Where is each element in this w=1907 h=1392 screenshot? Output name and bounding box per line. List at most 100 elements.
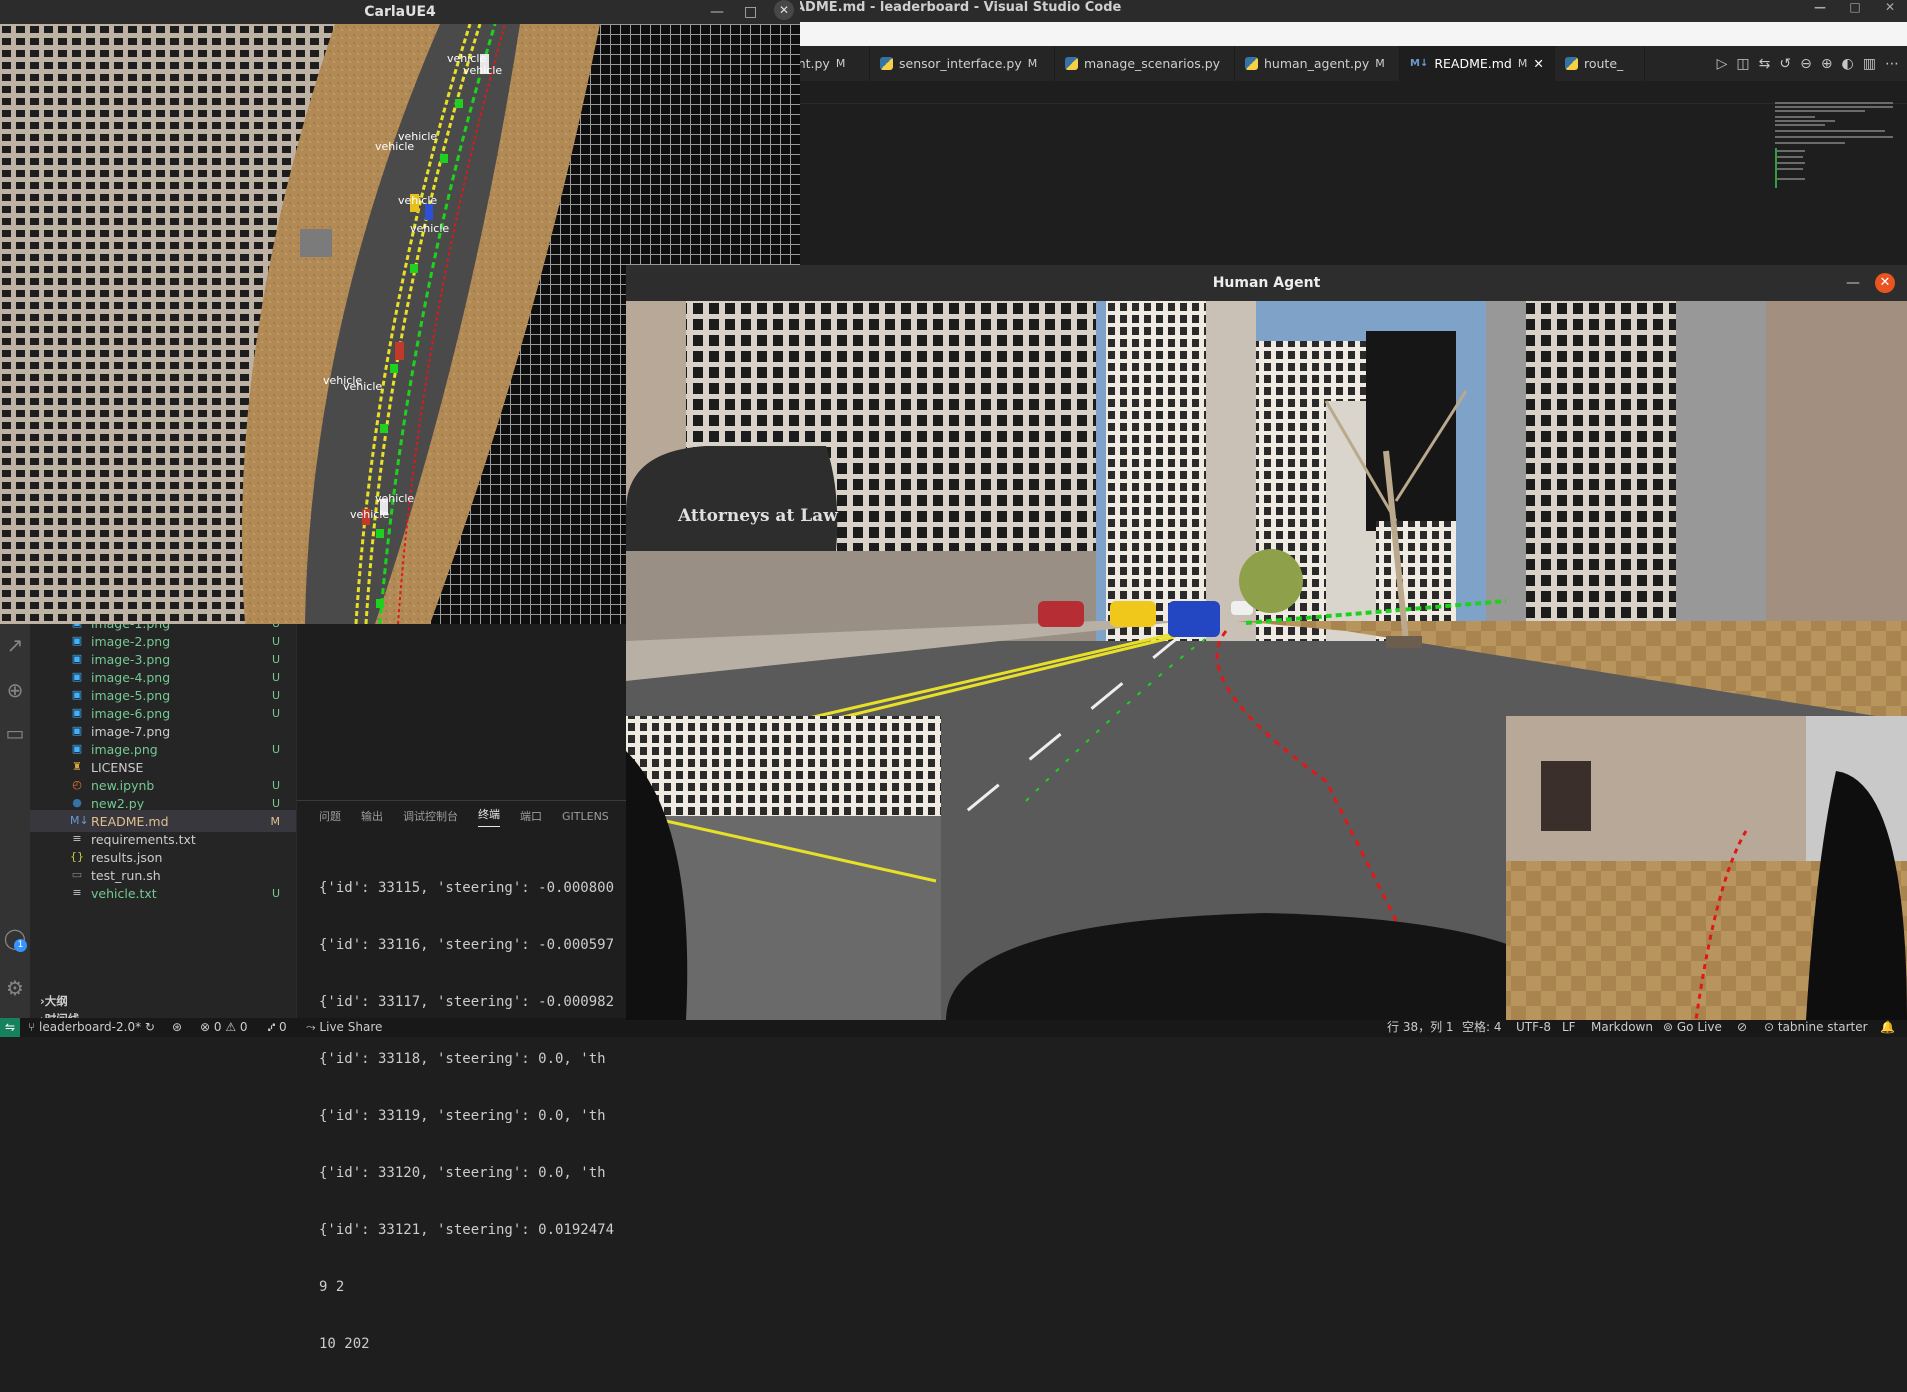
file-name: image-7.png xyxy=(91,723,171,739)
python-file-icon xyxy=(880,57,893,70)
share-icon[interactable]: ↗ xyxy=(2,632,28,658)
notifications-bell-icon[interactable]: 🔔 xyxy=(1880,1018,1895,1037)
close-icon[interactable]: ✕ xyxy=(1875,273,1895,293)
tab-output[interactable]: 输出 xyxy=(361,808,383,824)
minimize-icon[interactable]: — xyxy=(710,0,724,24)
tab-problems[interactable]: 问题 xyxy=(319,808,341,824)
git-status-badge: U xyxy=(271,778,280,792)
file-name: new2.py xyxy=(91,795,145,811)
tab-modified-badge: M xyxy=(1517,57,1528,70)
vscode-titlebar: ADME.md - leaderboard - Visual Studio Co… xyxy=(780,0,1907,22)
vscode-menubar xyxy=(780,22,1907,46)
close-icon[interactable]: ✕ xyxy=(1877,0,1903,22)
sync-icon[interactable]: ⊛ xyxy=(172,1018,182,1037)
close-icon[interactable]: ✕ xyxy=(774,0,794,20)
timeline-next-icon[interactable]: ⊕ xyxy=(1821,56,1833,72)
maximize-icon[interactable]: □ xyxy=(744,0,757,24)
terminal-line: {'id': 33116, 'steering': -0.000597 xyxy=(319,937,615,953)
driving-scene: Attorneys at Law xyxy=(626,301,1907,1020)
go-back-icon[interactable]: ↺ xyxy=(1779,56,1791,72)
image-file-icon: ▣ xyxy=(71,688,83,701)
terminal-line: 10 202 xyxy=(319,1336,370,1352)
chat-icon[interactable]: ▭ xyxy=(2,720,28,746)
minimize-icon[interactable]: — xyxy=(1846,275,1860,291)
tab-ports[interactable]: 端口 xyxy=(520,808,542,824)
git-compare-icon[interactable]: ⇆ xyxy=(1759,56,1771,72)
tab-label: human_agent.py xyxy=(1264,56,1370,71)
remote-indicator-icon[interactable]: ⇋ xyxy=(0,1018,20,1037)
human-agent-titlebar: Human Agent xyxy=(626,265,1907,302)
image-file-icon: ▣ xyxy=(71,670,83,683)
accounts-icon[interactable]: ⊘ xyxy=(1737,1018,1747,1037)
vehicle-label: vehicle xyxy=(375,140,415,153)
tab-modified-badge: M xyxy=(1375,57,1385,70)
list-item[interactable]: ≡ vehicle.txt U xyxy=(30,882,296,904)
tab-label: README.md xyxy=(1434,56,1512,71)
tab-label: sensor_interface.py xyxy=(899,56,1022,71)
indentation[interactable]: 空格: 4 xyxy=(1462,1018,1502,1037)
branch-indicator[interactable]: ⑂ leaderboard-2.0* ↻ xyxy=(28,1018,155,1037)
run-icon[interactable]: ▷ xyxy=(1717,56,1728,72)
vscode-window-title: ADME.md - leaderboard - Visual Studio Co… xyxy=(795,0,1122,15)
end-of-line[interactable]: LF xyxy=(1562,1018,1576,1037)
terminal-output[interactable]: {'id': 33115, 'steering': -0.000800 {'id… xyxy=(319,841,619,1392)
go-live-button[interactable]: ⊚ Go Live xyxy=(1663,1018,1722,1037)
tab-close-icon[interactable]: ✕ xyxy=(1533,56,1543,71)
gitlens-icon[interactable]: ◐ xyxy=(1842,56,1854,72)
git-status-badge: U xyxy=(271,670,280,684)
driver-camera-view[interactable]: Attorneys at Law xyxy=(626,301,1907,1020)
maximize-icon[interactable]: □ xyxy=(1842,0,1868,22)
license-file-icon: ♜ xyxy=(72,760,82,773)
minimize-icon[interactable]: — xyxy=(1807,0,1833,22)
terminal-line: {'id': 33121, 'steering': 0.0192474 xyxy=(319,1222,615,1238)
language-mode[interactable]: Markdown xyxy=(1591,1018,1653,1037)
file-name: vehicle.txt xyxy=(91,885,157,901)
tab-route-py[interactable]: route_ xyxy=(1555,46,1645,81)
ports-indicator[interactable]: ⑇ 0 xyxy=(268,1018,287,1037)
python-file-icon xyxy=(1565,57,1578,70)
image-file-icon: ▣ xyxy=(71,742,83,755)
tab-readme-md[interactable]: M↓ README.md M ✕ xyxy=(1400,46,1555,81)
file-name: image-2.png xyxy=(91,633,171,649)
human-agent-window-title: Human Agent xyxy=(1212,275,1321,291)
settings-gear-icon[interactable]: ⚙ xyxy=(2,975,28,1001)
tabnine-status[interactable]: ⊙ tabnine starter xyxy=(1764,1018,1868,1037)
more-actions-icon[interactable]: ⋯ xyxy=(1885,56,1899,72)
git-status-badge: U xyxy=(271,634,280,648)
tab-human-agent-py[interactable]: human_agent.py M xyxy=(1235,46,1400,81)
breadcrumb xyxy=(780,81,1907,104)
encoding[interactable]: UTF-8 xyxy=(1516,1018,1551,1037)
human-agent-window: Human Agent — ✕ Attorneys at Law xyxy=(626,265,1907,1020)
split-editor-icon[interactable]: ▥ xyxy=(1863,56,1876,72)
ports-count: 0 xyxy=(279,1020,287,1034)
file-explorer: ▣image-1.pngU▣image-2.pngU▣image-3.pngU▣… xyxy=(30,616,296,1026)
notebook-file-icon: ◴ xyxy=(72,778,82,791)
image-file-icon: ▣ xyxy=(71,724,83,737)
branch-name: leaderboard-2.0* xyxy=(39,1020,142,1034)
git-status-badge: U xyxy=(271,688,280,702)
open-preview-icon[interactable]: ◫ xyxy=(1736,56,1749,72)
live-share-label: Live Share xyxy=(319,1020,383,1034)
git-status-badge: U xyxy=(271,706,280,720)
remote-explorer-icon[interactable]: ⊕ xyxy=(2,677,28,703)
tab-manage-scenarios-py[interactable]: manage_scenarios.py xyxy=(1055,46,1235,81)
file-name: new.ipynb xyxy=(91,777,155,793)
vehicle-label: vehicle xyxy=(350,508,390,521)
tab-label: route_ xyxy=(1584,56,1624,71)
tab-modified-badge: M xyxy=(1027,57,1038,70)
tab-sensor-interface-py[interactable]: sensor_interface.py M xyxy=(870,46,1055,81)
tab-debug-console[interactable]: 调试控制台 xyxy=(403,808,458,824)
tab-terminal[interactable]: 终端 xyxy=(478,806,500,827)
tabnine-label: tabnine starter xyxy=(1777,1020,1868,1034)
panel-tab-bar: 问题 输出 调试控制台 终端 端口 GITLENS xyxy=(297,801,627,831)
cursor-position[interactable]: 行 38，列 1 xyxy=(1387,1018,1454,1037)
tab-gitlens[interactable]: GITLENS xyxy=(562,810,609,823)
notification-badge: 1 xyxy=(14,939,27,952)
problems-indicator[interactable]: ⊗ 0 ⚠ 0 xyxy=(200,1018,248,1037)
live-share-button[interactable]: ⤳ Live Share xyxy=(306,1018,382,1037)
timeline-prev-icon[interactable]: ⊖ xyxy=(1800,56,1812,72)
section-label: 大纲 xyxy=(44,994,68,1008)
editor-tab-bar: ent.py M sensor_interface.py M manage_sc… xyxy=(780,46,1907,81)
minimap[interactable] xyxy=(1775,100,1895,190)
editor-area[interactable] xyxy=(296,620,627,800)
